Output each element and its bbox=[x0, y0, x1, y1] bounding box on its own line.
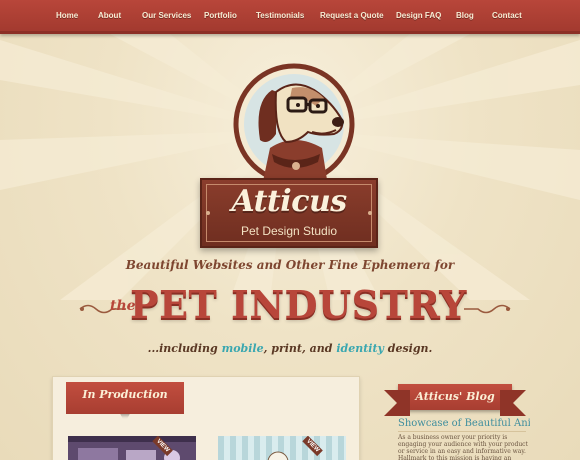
tagline-line3-mid: , print, and bbox=[263, 342, 337, 355]
dog-illustration bbox=[233, 63, 355, 186]
dog-logo-badge[interactable] bbox=[232, 62, 356, 186]
thumbnail-2-image bbox=[218, 436, 346, 460]
production-thumbnail-2[interactable]: VIEW bbox=[218, 436, 346, 460]
right-flourish-icon bbox=[464, 304, 511, 314]
blog-heading: Atticus' Blog bbox=[415, 390, 495, 403]
mobile-link[interactable]: mobile bbox=[222, 342, 264, 355]
blog-post-divider bbox=[398, 431, 526, 432]
nav-testimonials[interactable]: Testimonials bbox=[256, 11, 304, 20]
nav-blog[interactable]: Blog bbox=[456, 11, 474, 20]
nav-portfolio[interactable]: Portfolio bbox=[204, 11, 237, 20]
blog-post-title-link[interactable]: Showcase of Beautiful Animal W... bbox=[398, 418, 530, 429]
tagline-line3: ...including mobile, print, and identity… bbox=[0, 342, 580, 355]
tagline-line1: Beautiful Websites and Other Fine Epheme… bbox=[125, 258, 455, 272]
nav-home[interactable]: Home bbox=[56, 11, 78, 20]
logo-plaque[interactable]: Atticus Pet Design Studio bbox=[200, 178, 378, 248]
logo-subtitle: Pet Design Studio bbox=[240, 224, 338, 238]
production-thumbnail-1[interactable]: VIEW bbox=[68, 436, 196, 460]
tagline-headline: PET INDUSTRY bbox=[130, 282, 467, 327]
thumbnail-1-image bbox=[68, 436, 196, 460]
blog-post-excerpt: As a business owner your priority is eng… bbox=[398, 434, 528, 460]
tagline-line3-suffix: design. bbox=[383, 342, 433, 355]
nav-our-services[interactable]: Our Services bbox=[142, 11, 191, 20]
top-navigation: Home About Our Services Portfolio Testim… bbox=[0, 0, 580, 34]
in-production-heading: In Production bbox=[82, 388, 168, 401]
tagline-line3-prefix: ...including bbox=[147, 342, 222, 355]
logo-title: Atticus bbox=[231, 184, 347, 219]
nav-request-quote[interactable]: Request a Quote bbox=[320, 11, 384, 20]
nav-contact[interactable]: Contact bbox=[492, 11, 522, 20]
nav-design-faq[interactable]: Design FAQ bbox=[396, 11, 441, 20]
identity-link[interactable]: identity bbox=[336, 342, 384, 355]
nav-about[interactable]: About bbox=[98, 11, 121, 20]
